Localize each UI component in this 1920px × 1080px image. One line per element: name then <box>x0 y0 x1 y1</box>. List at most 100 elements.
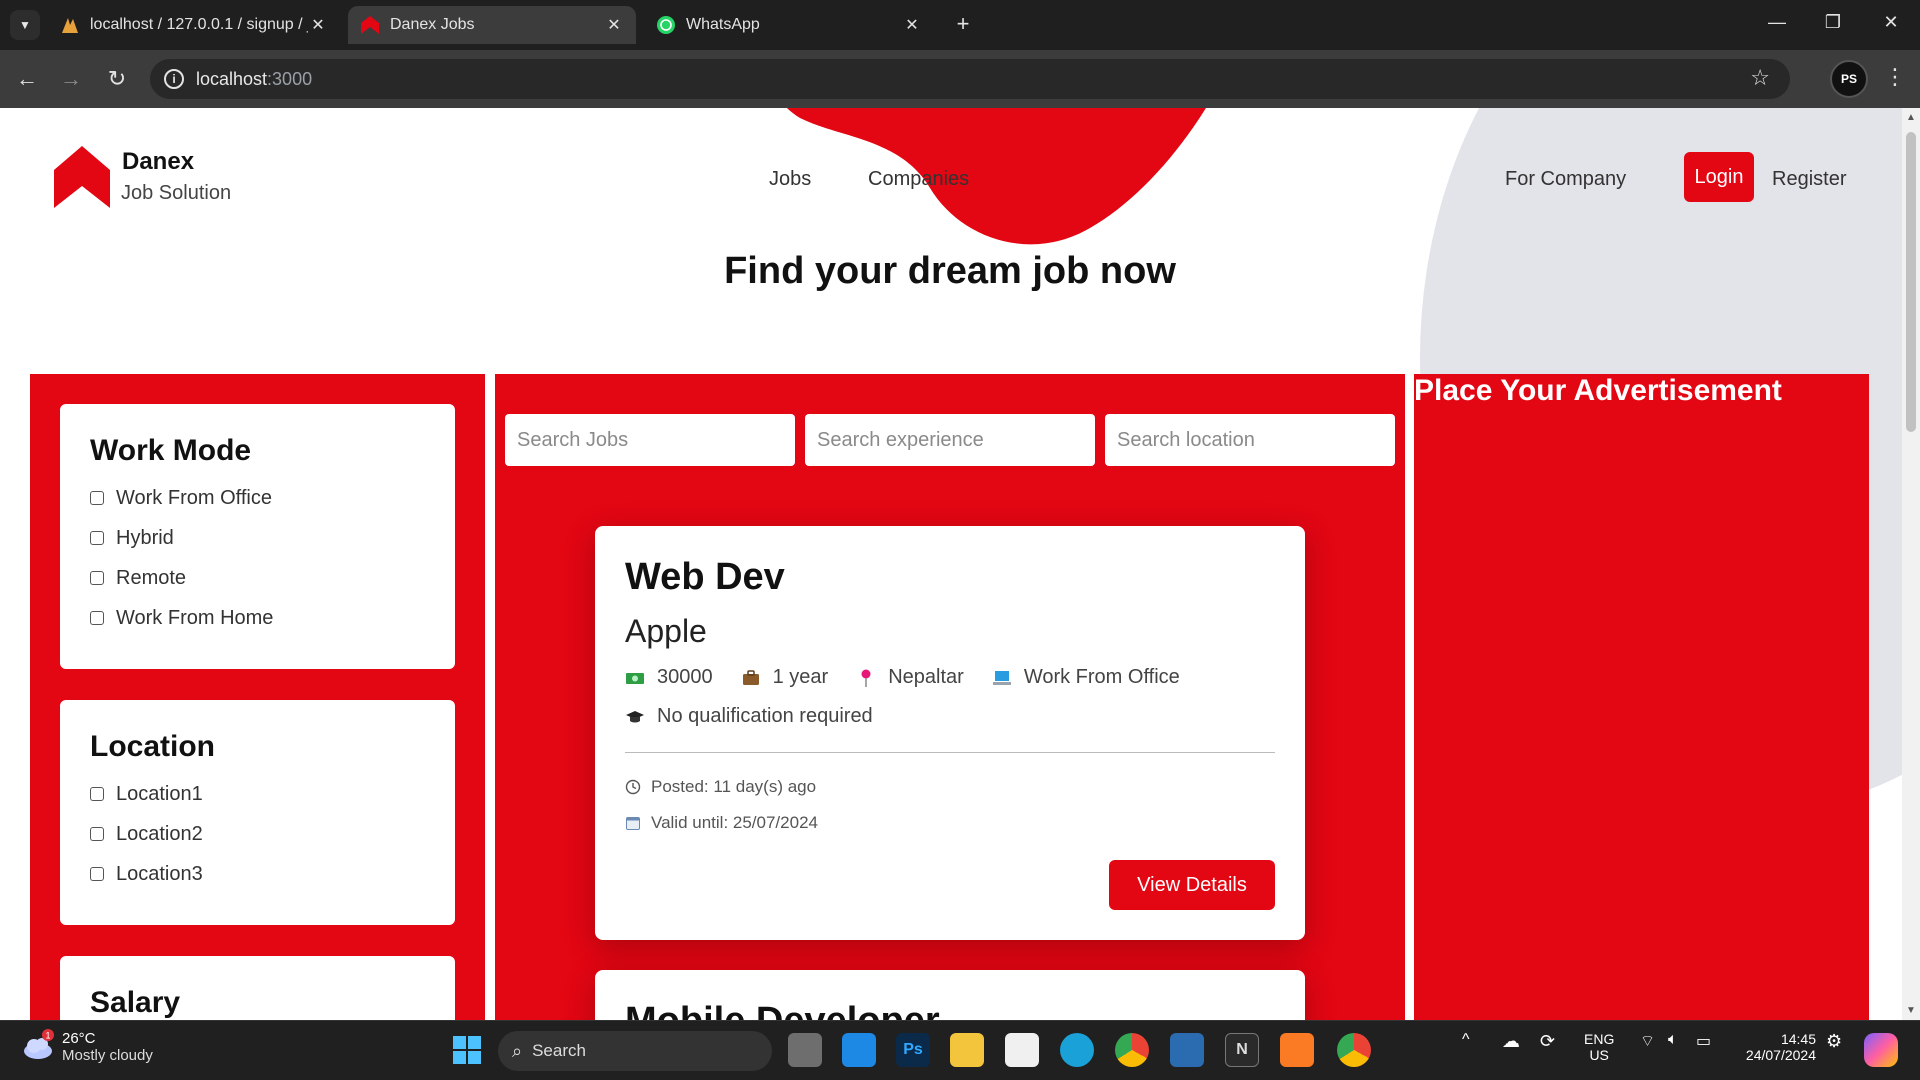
scroll-up-icon[interactable]: ▲ <box>1906 112 1916 123</box>
filter-title: Work Mode <box>90 434 252 467</box>
job-card[interactable]: Web Dev Apple 30000 1 year Nepaltar Work… <box>595 526 1305 940</box>
cloud-icon: 1 <box>24 1029 54 1059</box>
page-scrollbar[interactable]: ▲ ▼ <box>1902 108 1920 1020</box>
job-work-mode: Work From Office <box>992 666 1180 689</box>
job-company: Apple <box>625 613 707 649</box>
filter-option[interactable]: Location3 <box>90 854 425 894</box>
brand-name[interactable]: Danex <box>122 148 194 176</box>
microsoft-store-icon[interactable] <box>1005 1033 1039 1067</box>
checkbox[interactable] <box>90 867 104 881</box>
login-button[interactable]: Login <box>1684 152 1754 202</box>
filter-option[interactable]: Work From Office <box>90 478 425 518</box>
tab-phpmyadmin[interactable]: localhost / 127.0.0.1 / signup / j ✕ <box>48 6 340 44</box>
browser-toolbar: ← → ↻ i localhost:3000 ☆ PS ⋮ <box>0 50 1920 108</box>
filter-option[interactable]: Remote <box>90 558 425 598</box>
windows-start-icon[interactable] <box>452 1035 482 1065</box>
filters-panel: Work Mode Work From Office Hybrid Remote… <box>30 374 485 1020</box>
edge-icon[interactable] <box>1060 1033 1094 1067</box>
search-jobs-input[interactable] <box>505 414 795 466</box>
view-details-button[interactable]: View Details <box>1109 860 1275 910</box>
vscode-icon[interactable] <box>842 1033 876 1067</box>
phpmyadmin-icon <box>62 18 78 33</box>
window-app-icon[interactable] <box>1170 1033 1204 1067</box>
checkbox[interactable] <box>90 787 104 801</box>
search-icon: ⌕ <box>512 1040 523 1061</box>
notion-icon[interactable]: N <box>1225 1033 1259 1067</box>
copilot-icon[interactable] <box>1864 1033 1898 1067</box>
danex-logo-icon <box>361 16 379 34</box>
taskbar-search[interactable]: ⌕ Search <box>498 1031 772 1071</box>
calendar-icon <box>626 817 640 830</box>
checkbox[interactable] <box>90 611 104 625</box>
volume-icon[interactable]: 🔈︎ <box>1668 1031 1678 1049</box>
sync-icon[interactable]: ⟳ <box>1540 1031 1555 1052</box>
clock[interactable]: 14:45 24/07/2024 <box>1736 1031 1816 1063</box>
money-icon <box>626 672 644 684</box>
checkbox[interactable] <box>90 827 104 841</box>
show-hidden-icons[interactable]: ^ <box>1462 1031 1470 1049</box>
close-window-button[interactable]: ✕ <box>1876 12 1906 33</box>
new-tab-button[interactable]: + <box>950 12 976 38</box>
tab-danex-jobs[interactable]: Danex Jobs ✕ <box>348 6 636 44</box>
checkbox[interactable] <box>90 531 104 545</box>
task-view-icon[interactable] <box>788 1033 822 1067</box>
checkbox[interactable] <box>90 491 104 505</box>
nav-jobs-link[interactable]: Jobs <box>769 168 811 191</box>
chrome-icon[interactable] <box>1115 1033 1149 1067</box>
job-experience: 1 year <box>741 666 828 689</box>
job-location: Nepaltar <box>856 666 964 689</box>
scrollbar-thumb[interactable] <box>1906 132 1916 432</box>
file-explorer-icon[interactable] <box>950 1033 984 1067</box>
search-experience-input[interactable] <box>805 414 1095 466</box>
nav-companies-link[interactable]: Companies <box>868 168 969 191</box>
site-info-icon[interactable]: i <box>164 69 184 89</box>
wifi-icon[interactable]: ⌔ <box>1640 1031 1655 1051</box>
weather-widget[interactable]: 1 26°C Mostly cloudy <box>20 1029 153 1065</box>
filter-option[interactable]: Location1 <box>90 774 425 814</box>
address-bar[interactable]: i localhost:3000 ☆ <box>150 59 1790 99</box>
hero-title: Find your dream job now <box>724 250 1176 292</box>
back-arrow-icon[interactable]: ← <box>12 64 42 94</box>
browser-menu-icon[interactable]: ⋮ <box>1884 64 1906 90</box>
bookmark-star-icon[interactable]: ☆ <box>1750 65 1770 91</box>
job-posted: Posted: 11 day(s) ago <box>625 777 1275 797</box>
battery-icon[interactable]: ▭ <box>1696 1031 1711 1051</box>
close-tab-icon[interactable]: ✕ <box>902 15 922 35</box>
register-link[interactable]: Register <box>1772 168 1846 191</box>
page-viewport: Danex Job Solution Jobs Companies For Co… <box>0 108 1920 1020</box>
job-qualification-row: No qualification required <box>625 705 1275 728</box>
onedrive-icon[interactable]: ☁ <box>1502 1031 1520 1052</box>
profile-avatar[interactable]: PS <box>1830 60 1868 98</box>
advertisement-title: Place Your Advertisement <box>1414 374 1782 407</box>
close-tab-icon[interactable]: ✕ <box>308 15 328 35</box>
language-indicator[interactable]: ENG US <box>1584 1031 1614 1063</box>
checkbox[interactable] <box>90 571 104 585</box>
jobs-panel: Web Dev Apple 30000 1 year <box>495 374 1405 1020</box>
url-port: :3000 <box>267 68 313 89</box>
photoshop-icon[interactable]: Ps <box>896 1033 930 1067</box>
filter-option[interactable]: Hybrid <box>90 518 425 558</box>
forward-arrow-icon[interactable]: → <box>56 64 86 94</box>
whatsapp-icon <box>657 16 675 34</box>
search-location-input[interactable] <box>1105 414 1395 466</box>
salary-filter: Salary <box>60 956 455 1020</box>
job-card[interactable]: Mobile Developer <box>595 970 1305 1020</box>
xampp-icon[interactable] <box>1280 1033 1314 1067</box>
job-qualification: No qualification required <box>625 705 873 728</box>
notifications-icon[interactable]: ⚙ <box>1826 1031 1842 1052</box>
filter-option[interactable]: Work From Home <box>90 598 425 638</box>
minimize-window-button[interactable]: — <box>1762 12 1792 33</box>
nav-for-company-link[interactable]: For Company <box>1505 168 1626 191</box>
tab-title: localhost / 127.0.0.1 / signup / j <box>90 16 308 33</box>
tab-whatsapp[interactable]: WhatsApp ✕ <box>644 6 934 44</box>
tab-search-button[interactable]: ▼ <box>10 10 40 40</box>
reload-icon[interactable]: ↻ <box>102 64 132 94</box>
tab-title: Danex Jobs <box>390 16 475 33</box>
restore-window-button[interactable]: ❐ <box>1818 12 1848 33</box>
tab-title: WhatsApp <box>686 16 760 33</box>
chrome-profile-icon[interactable] <box>1337 1033 1371 1067</box>
scroll-down-icon[interactable]: ▼ <box>1906 1005 1916 1016</box>
filter-option[interactable]: Location2 <box>90 814 425 854</box>
weather-condition: Mostly cloudy <box>62 1047 153 1064</box>
close-tab-icon[interactable]: ✕ <box>604 15 624 35</box>
